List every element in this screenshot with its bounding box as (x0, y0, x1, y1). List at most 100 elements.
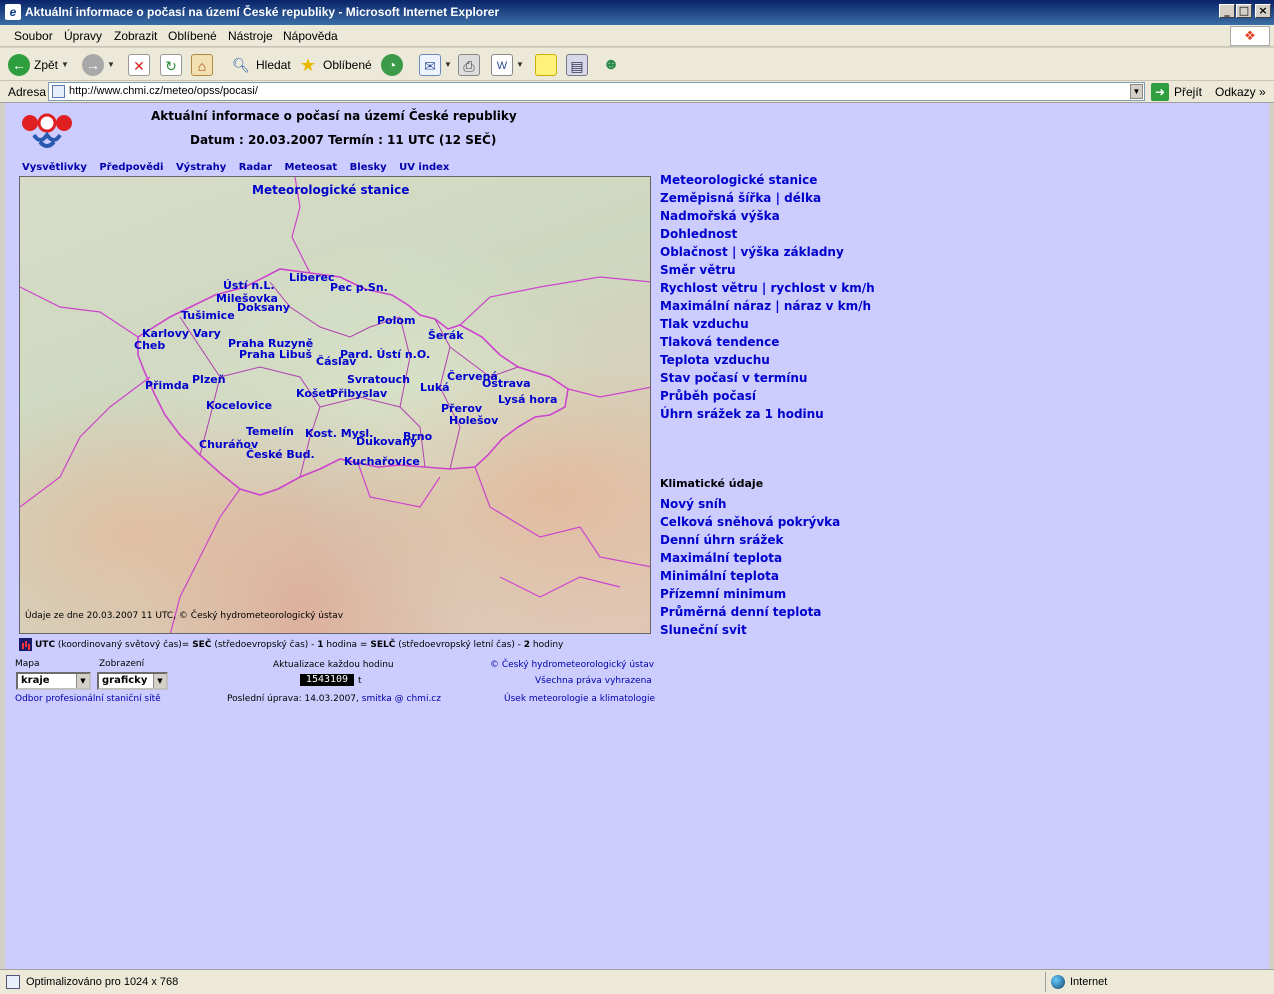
station-plzen[interactable]: Plzeň (192, 373, 226, 386)
mapa-select[interactable]: kraje ▼ (16, 672, 91, 690)
station-luka[interactable]: Luká (420, 381, 450, 394)
rights-link[interactable]: Všechna práva vyhrazena (535, 676, 652, 686)
menu-zobrazit[interactable]: Zobrazit (114, 29, 157, 43)
forward-dropdown-icon[interactable]: ▼ (107, 60, 115, 69)
search-button[interactable]: 🔍︎ Hledat (230, 52, 291, 77)
go-label: Přejít (1174, 85, 1203, 99)
edit-dropdown-icon[interactable]: ▼ (516, 60, 524, 69)
menu-soubor[interactable]: Soubor (14, 29, 53, 43)
nav-links: Vysvětlivky Předpovědi Výstrahy Radar Me… (22, 162, 458, 173)
word-edit-icon: W (491, 53, 513, 76)
email-link[interactable]: smitka @ chmi.cz (362, 694, 441, 704)
nav-meteosat[interactable]: Meteosat (285, 162, 338, 173)
link-smer-vetru[interactable]: Směr větru (660, 261, 875, 279)
back-dropdown-icon[interactable]: ▼ (61, 60, 69, 69)
mail-dropdown-icon[interactable]: ▼ (444, 60, 452, 69)
back-button[interactable]: ← Zpět ▼ (8, 52, 69, 77)
link-denni-uhrn-srazek[interactable]: Denní úhrn srážek (660, 531, 840, 549)
station-dukovany[interactable]: Dukovany (356, 435, 417, 448)
station-kucharovice[interactable]: Kuchařovice (344, 455, 420, 468)
link-oblacnost[interactable]: Oblačnost | výška základny (660, 243, 875, 261)
station-ostrava[interactable]: Ostrava (482, 377, 531, 390)
window-titlebar[interactable]: e Aktuální informace o počasí na území Č… (0, 0, 1274, 25)
link-tlakova-tendence[interactable]: Tlaková tendence (660, 333, 875, 351)
link-prumerna-denni-teplota[interactable]: Průměrná denní teplota (660, 603, 840, 621)
menu-oblibene[interactable]: Oblíbené (168, 29, 217, 43)
refresh-button[interactable]: ↻ (160, 52, 182, 77)
zobrazeni-select[interactable]: graficky ▼ (97, 672, 168, 690)
station-cheb[interactable]: Cheb (134, 339, 165, 352)
station-doksany[interactable]: Doksany (237, 301, 290, 314)
link-prizemni-minimum[interactable]: Přízemní minimum (660, 585, 840, 603)
station-pec-sn[interactable]: Pec p.Sn. (330, 281, 388, 294)
menu-napoveda[interactable]: Nápověda (283, 29, 338, 43)
nav-vysvetlivky[interactable]: Vysvětlivky (22, 162, 87, 173)
station-caslav[interactable]: Čáslav (316, 355, 356, 368)
usek-link[interactable]: Úsek meteorologie a klimatologie (504, 694, 655, 704)
chevron-down-icon[interactable]: ▼ (76, 674, 89, 688)
link-minimalni-teplota[interactable]: Minimální teplota (660, 567, 840, 585)
link-teplota-vzduchu[interactable]: Teplota vzduchu (660, 351, 875, 369)
link-uhrn-srazek[interactable]: Úhrn srážek za 1 hodinu (660, 405, 875, 423)
link-meteorologicke-stanice[interactable]: Meteorologické stanice (660, 171, 875, 189)
station-liberec[interactable]: Liberec (289, 271, 335, 284)
link-nadmorska-vyska[interactable]: Nadmořská výška (660, 207, 875, 225)
station-lysa-hora[interactable]: Lysá hora (498, 393, 557, 406)
copyright-link[interactable]: © Český hydrometeorologický ústav (490, 660, 654, 670)
mapa-select-value: kraje (21, 675, 50, 686)
link-tlak-vzduchu[interactable]: Tlak vzduchu (660, 315, 875, 333)
station-usti-nl[interactable]: Ústí n.L. (223, 279, 275, 292)
station-kocelovice[interactable]: Kocelovice (206, 399, 272, 412)
minimize-button[interactable]: _ (1219, 4, 1235, 18)
station-tusimice[interactable]: Tušimice (181, 309, 235, 322)
address-dropdown-icon[interactable]: ▼ (1130, 84, 1143, 99)
maximize-button[interactable]: □ (1236, 4, 1252, 18)
station-svratouch[interactable]: Svratouch (347, 373, 410, 386)
station-primda[interactable]: Přimda (145, 379, 189, 392)
link-stav-pocasi[interactable]: Stav počasí v termínu (660, 369, 875, 387)
station-ceske-bud[interactable]: České Bud. (246, 448, 315, 461)
menu-nastroje[interactable]: Nástroje (228, 29, 273, 43)
history-button[interactable]: ◔ (381, 52, 403, 77)
nav-blesky[interactable]: Blesky (350, 162, 387, 173)
mail-button[interactable]: ✉ ▼ (419, 52, 452, 77)
station-praha-libus[interactable]: Praha Libuš (239, 348, 312, 361)
chevron-right-icon: » (1259, 85, 1266, 99)
home-button[interactable]: ⌂ (191, 52, 213, 77)
menu-upravy[interactable]: Úpravy (64, 29, 102, 43)
stop-button[interactable]: ✕ (128, 52, 150, 77)
nav-predpovedi[interactable]: Předpovědi (99, 162, 163, 173)
nav-radar[interactable]: Radar (239, 162, 272, 173)
go-button[interactable]: ➜ Přejít (1151, 83, 1202, 101)
nav-uv-index[interactable]: UV index (399, 162, 449, 173)
chevron-down-icon[interactable]: ▼ (153, 674, 166, 688)
link-rychlost-vetru[interactable]: Rychlost větru | rychlost v km/h (660, 279, 875, 297)
station-temelin[interactable]: Temelín (246, 425, 294, 438)
favorites-button[interactable]: ★ Oblíbené (297, 52, 372, 77)
station-polom[interactable]: Polom (377, 314, 415, 327)
odbor-link[interactable]: Odbor profesionální staniční sítě (15, 694, 161, 704)
station-holesov[interactable]: Holešov (449, 414, 498, 427)
edit-button[interactable]: W ▼ (491, 52, 524, 77)
utc-note: UTC (koordinovaný světový čas)= SEČ (stř… (19, 638, 563, 651)
link-prubeh-pocasi[interactable]: Průběh počasí (660, 387, 875, 405)
print-button[interactable]: ⎙ (458, 52, 480, 77)
station-pribyslav[interactable]: Přibyslav (330, 387, 387, 400)
link-dohlednost[interactable]: Dohlednost (660, 225, 875, 243)
links-button[interactable]: Odkazy » (1215, 85, 1266, 99)
link-zemepisna-sirka[interactable]: Zeměpisná šířka | délka (660, 189, 875, 207)
station-serak[interactable]: Šerák (428, 329, 464, 342)
link-maximalni-teplota[interactable]: Maximální teplota (660, 549, 840, 567)
close-button[interactable]: × (1255, 4, 1271, 18)
link-novy-snih[interactable]: Nový sníh (660, 495, 840, 513)
nav-vystrahy[interactable]: Výstrahy (176, 162, 226, 173)
link-maximalni-naraz[interactable]: Maximální náraz | náraz v km/h (660, 297, 875, 315)
research-button[interactable]: ▤ (566, 52, 588, 77)
messenger-button[interactable]: ☻ (600, 52, 622, 77)
forward-button[interactable]: → ▼ (82, 52, 115, 77)
discuss-button[interactable] (535, 52, 557, 77)
station-map[interactable]: Meteorologické stanice Liberec Ústí n.L.… (19, 176, 651, 634)
address-input[interactable]: http://www.chmi.cz/meteo/opss/pocasi/ (48, 82, 1145, 101)
link-slunecni-svit[interactable]: Sluneční svit (660, 621, 840, 639)
link-celkova-snehova-pokryvka[interactable]: Celková sněhová pokrývka (660, 513, 840, 531)
